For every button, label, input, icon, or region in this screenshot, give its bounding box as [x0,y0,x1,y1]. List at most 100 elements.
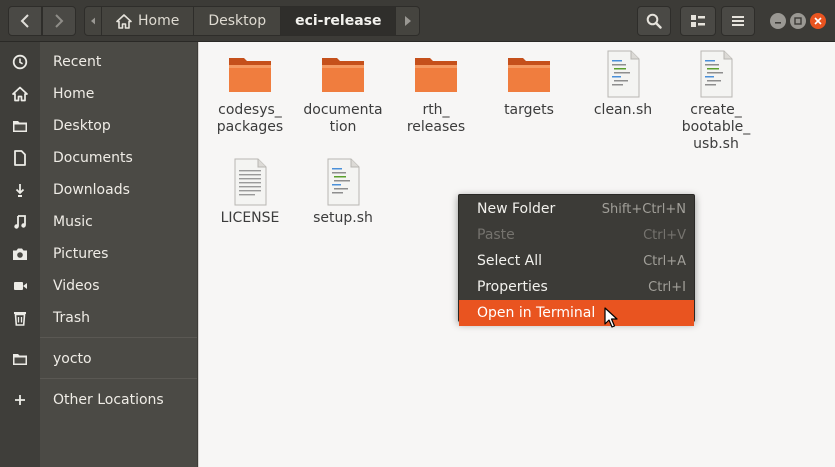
search-button[interactable] [637,6,671,36]
menu-item-shortcut: Ctrl+V [643,227,686,243]
path-scroll-right-button[interactable] [396,6,421,36]
folder-icon [412,50,460,98]
sidebar-item-trash[interactable]: Trash [0,303,197,333]
menu-item-label: Properties [477,279,548,295]
minimize-icon [775,22,781,24]
file-item-rth-releases[interactable]: rth_ releases [396,50,476,136]
sidebar-item-desktop[interactable]: Desktop [0,111,197,141]
list-view-icon [691,15,705,27]
menu-item-new-folder[interactable]: New Folder Shift+Ctrl+N [459,196,694,222]
triangle-right-icon [404,16,411,26]
app-menu-button[interactable] [721,6,755,36]
text-file-icon [226,158,274,206]
sidebar-item-music[interactable]: Music [0,207,197,237]
search-icon [646,13,662,29]
maximize-icon [794,17,802,25]
file-label: setup.sh [313,210,373,226]
chevron-right-icon [55,14,64,28]
path-segment-desktop[interactable]: Desktop [194,6,282,36]
context-menu: New Folder Shift+Ctrl+N Paste Ctrl+V Sel… [458,194,695,326]
home-icon [12,86,28,102]
close-button[interactable] [810,13,826,29]
menu-item-properties[interactable]: Properties Ctrl+I [459,274,694,300]
file-item-targets[interactable]: targets [489,50,569,119]
sidebar-item-label: Home [53,86,95,102]
menu-item-open-in-terminal[interactable]: Open in Terminal [459,300,694,326]
file-item-create-bootable-usb-sh[interactable]: create_ bootable_ usb.sh [676,50,756,153]
menu-item-label: Select All [477,253,542,269]
menu-item-label: Open in Terminal [477,305,596,321]
sidebar-item-home[interactable]: Home [0,79,197,109]
sidebar-item-pictures[interactable]: Pictures [0,239,197,269]
sidebar-item-other-locations[interactable]: Other Locations [0,385,197,415]
sidebar-item-label: Music [53,214,93,230]
forward-button[interactable] [42,6,76,36]
sidebar-divider [40,378,197,379]
hamburger-icon [732,16,744,26]
sidebar: Recent Home Desktop Documents Downloads … [0,42,197,467]
document-icon [12,150,28,166]
folder-icon [12,118,28,134]
sidebar-item-documents[interactable]: Documents [0,143,197,173]
file-label: create_ bootable_ usb.sh [681,102,751,152]
script-file-icon [319,158,367,206]
folder-icon [12,351,28,367]
file-label: rth_ releases [406,102,466,135]
path-segment-label: Desktop [208,13,267,29]
file-item-codesys-packages[interactable]: codesys_ packages [210,50,290,136]
download-icon [12,182,28,198]
minimize-button[interactable] [770,13,786,29]
script-file-icon [692,50,740,98]
path-scroll-left-button[interactable] [84,6,102,36]
file-label: LICENSE [220,210,280,226]
close-icon [814,17,822,25]
menu-item-label: Paste [477,227,515,243]
home-icon [116,13,132,29]
maximize-button[interactable] [790,13,806,29]
folder-icon [505,50,553,98]
camera-icon [12,246,28,262]
clock-icon [12,54,28,70]
view-options-button[interactable] [680,6,716,36]
menu-item-select-all[interactable]: Select All Ctrl+A [459,248,694,274]
folder-icon [319,50,367,98]
menu-item-shortcut: Ctrl+A [643,253,686,269]
sidebar-item-yocto[interactable]: yocto [0,344,197,374]
sidebar-item-label: Recent [53,54,102,70]
sidebar-divider [40,337,197,338]
breadcrumb: Home Desktop eci-release [84,6,421,36]
sidebar-item-label: yocto [53,351,92,367]
back-button[interactable] [8,6,42,36]
menu-item-shortcut: Shift+Ctrl+N [601,201,686,217]
path-segment-home[interactable]: Home [102,6,195,36]
music-icon [12,214,28,230]
path-segment-current[interactable]: eci-release [281,6,397,36]
plus-icon [12,392,28,408]
file-label: clean.sh [593,102,653,118]
path-segment-label: eci-release [295,13,382,29]
menu-item-paste: Paste Ctrl+V [459,222,694,248]
sidebar-item-label: Pictures [53,246,109,262]
sidebar-item-label: Desktop [53,118,111,134]
path-segment-label: Home [138,13,180,29]
sidebar-item-label: Trash [53,310,90,326]
menu-item-label: New Folder [477,201,556,217]
file-item-clean-sh[interactable]: clean.sh [583,50,663,119]
trash-icon [12,310,28,326]
menu-item-shortcut: Ctrl+I [648,279,686,295]
file-item-documentation[interactable]: documenta tion [303,50,383,136]
sidebar-item-label: Downloads [53,182,130,198]
file-label: codesys_ packages [216,102,284,135]
sidebar-item-label: Videos [53,278,100,294]
sidebar-item-videos[interactable]: Videos [0,271,197,301]
file-label: targets [504,102,554,118]
triangle-left-icon [91,17,95,25]
sidebar-item-label: Other Locations [53,392,164,408]
file-item-license[interactable]: LICENSE [210,158,290,227]
file-label: documenta tion [303,102,383,135]
script-file-icon [599,50,647,98]
mouse-pointer-icon [604,307,618,328]
file-item-setup-sh[interactable]: setup.sh [303,158,383,227]
sidebar-item-downloads[interactable]: Downloads [0,175,197,205]
sidebar-item-recent[interactable]: Recent [0,47,197,77]
